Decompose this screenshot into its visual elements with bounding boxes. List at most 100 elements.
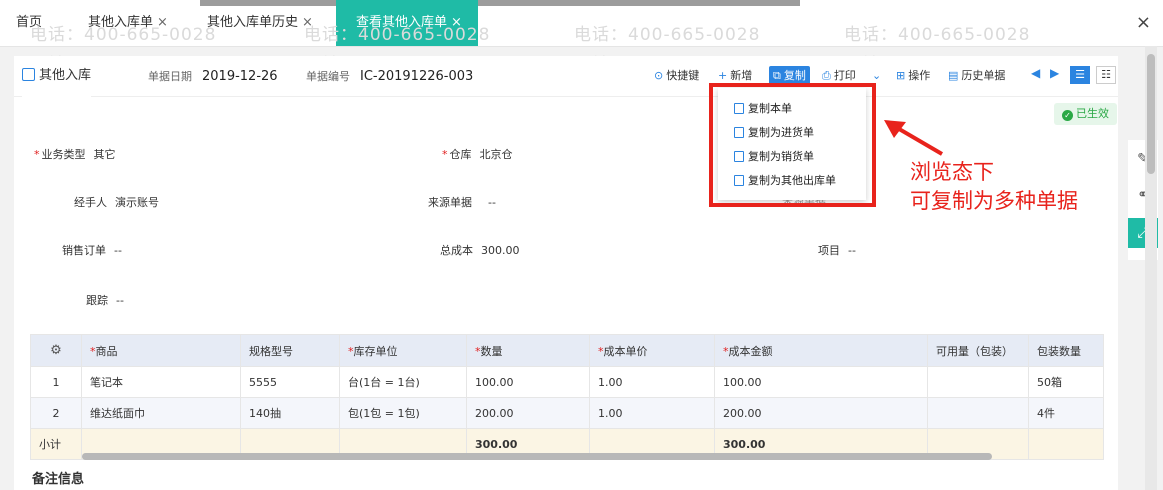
shortcut-button[interactable]: ⊙ 快捷键 <box>654 66 699 86</box>
total-cost-label: 总成本 <box>440 244 473 257</box>
list-view-button[interactable]: ☰ <box>1070 66 1090 84</box>
document-toolbar: 其他入库 单据日期 2019-12-26 单据编号 IC-20191226-003 … <box>14 56 1118 98</box>
close-icon[interactable]: × <box>302 15 313 30</box>
chevron-down-icon: ⌄ <box>872 69 882 82</box>
column-header-label: 商品 <box>95 344 118 358</box>
document-panel: 其他入库 单据日期 2019-12-26 单据编号 IC-20191226-003 … <box>14 56 1118 490</box>
shortcut-icon: ⊙ <box>654 69 664 82</box>
vertical-scrollbar[interactable] <box>1145 46 1157 490</box>
cell-qty: 200.00 <box>466 397 590 429</box>
next-icon[interactable]: ▶ <box>1050 66 1059 80</box>
table-row[interactable]: 2 维达纸面巾 140抽 包(1包 = 1包) 200.00 1.00 200.… <box>30 397 1104 429</box>
doc-date: 单据日期 2019-12-26 <box>148 56 278 96</box>
column-header-label: 包装数量 <box>1037 344 1081 358</box>
column-header-label: 数量 <box>480 344 503 358</box>
doc-code-value: IC-20191226-003 <box>360 69 474 84</box>
column-header: 包装数量 <box>1028 334 1104 367</box>
biz-type-value: 其它 <box>93 148 116 161</box>
field-source[interactable]: 来源单据 -- <box>428 194 496 210</box>
source-label: 来源单据 <box>428 196 472 209</box>
annotation-line: 可复制为多种单据 <box>910 189 1078 213</box>
field-warehouse[interactable]: * 仓库 北京仓 <box>442 146 513 162</box>
column-header-label: 成本单价 <box>603 344 648 358</box>
cell-qty: 100.00 <box>466 366 590 398</box>
field-handler[interactable]: 经手人 演示账号 <box>74 194 159 210</box>
operate-button[interactable]: ⊞ 操作 <box>896 66 930 86</box>
sales-order-value: -- <box>114 244 122 257</box>
gear-icon[interactable]: ⚙ <box>50 343 62 358</box>
column-header: 可用量（包装） <box>927 334 1029 367</box>
column-header: *成本金额 <box>714 334 928 367</box>
subtotal-label: 小计 <box>30 428 82 460</box>
tab-label: 其他入库单 <box>88 15 154 30</box>
handler-value: 演示账号 <box>115 196 159 209</box>
doc-code: 单据编号 IC-20191226-003 <box>306 56 473 96</box>
field-sales-order[interactable]: 销售订单 -- <box>62 242 122 258</box>
print-label: 打印 <box>833 69 856 82</box>
cell-available <box>927 366 1029 398</box>
cell-price: 1.00 <box>589 397 715 429</box>
grid-icon: ⊞ <box>896 69 906 82</box>
project-label: 项目 <box>818 244 840 257</box>
copy-icon: ⧉ <box>773 69 781 82</box>
field-track[interactable]: 跟踪 -- <box>86 292 124 308</box>
column-settings[interactable]: ⚙ <box>30 334 82 367</box>
doc-tab-other-inbound[interactable]: 其他入库 <box>22 56 92 98</box>
warehouse-value: 北京仓 <box>479 148 513 161</box>
sales-order-label: 销售订单 <box>62 244 106 257</box>
close-window-icon[interactable]: × <box>1136 12 1151 33</box>
close-icon[interactable]: × <box>157 15 168 30</box>
detail-view-button[interactable]: ☷ <box>1096 66 1116 84</box>
cell-pack-qty: 50箱 <box>1028 366 1104 398</box>
doc-date-label: 单据日期 <box>148 70 192 83</box>
history-label: 历史单据 <box>961 69 1006 82</box>
list-icon: ☰ <box>1075 68 1085 81</box>
column-header: *商品 <box>81 334 241 367</box>
printer-icon: ⎙ <box>822 69 831 82</box>
table-row[interactable]: 1 笔记本 5555 台(1台 = 1台) 100.00 1.00 100.00… <box>30 366 1104 398</box>
detail-list-icon: ☷ <box>1101 68 1111 81</box>
biz-type-label: 业务类型 <box>41 148 86 161</box>
column-header-label: 成本金额 <box>728 344 773 358</box>
doc-code-label: 单据编号 <box>306 70 350 83</box>
tab-other-inbound[interactable]: 其他入库单 × <box>88 0 168 46</box>
previous-icon[interactable]: ◀ <box>1031 66 1040 80</box>
tab-bar: 首页 其他入库单 × 其他入库单历史 × 查看其他入库单 × × <box>0 0 1163 47</box>
doc-date-value: 2019-12-26 <box>202 69 278 84</box>
tab-view-other-inbound[interactable]: 查看其他入库单 × <box>336 0 478 46</box>
handler-label: 经手人 <box>74 196 107 209</box>
tab-label: 首页 <box>16 15 43 30</box>
tab-label: 其他入库单历史 <box>207 15 299 30</box>
table-header-row: ⚙ *商品 规格型号 *库存单位 *数量 *成本单价 *成本金额 可用量（包装）… <box>30 334 1104 367</box>
cell-empty <box>1028 428 1104 460</box>
field-project[interactable]: 项目 -- <box>818 242 856 258</box>
column-header-label: 可用量（包装） <box>936 344 1013 358</box>
row-index: 2 <box>30 397 82 429</box>
cell-spec: 140抽 <box>240 397 340 429</box>
column-header-label: 库存单位 <box>353 344 398 358</box>
status-badge: ✓ 已生效 <box>1054 103 1117 125</box>
field-total-cost[interactable]: 总成本 300.00 <box>440 242 520 258</box>
total-cost-value: 300.00 <box>481 244 520 257</box>
horizontal-scrollbar[interactable] <box>82 453 992 460</box>
history-button[interactable]: ▤ 历史单据 <box>948 66 1005 86</box>
check-icon: ✓ <box>1062 110 1073 121</box>
close-icon[interactable]: × <box>451 15 462 30</box>
plus-icon: + <box>718 69 728 82</box>
tab-home[interactable]: 首页 <box>16 0 42 46</box>
field-biz-type[interactable]: * 业务类型 其它 <box>34 146 116 162</box>
track-label: 跟踪 <box>86 294 108 307</box>
column-header: *库存单位 <box>339 334 467 367</box>
highlight-frame <box>709 83 876 207</box>
column-header: *成本单价 <box>589 334 715 367</box>
tab-other-inbound-history[interactable]: 其他入库单历史 × <box>207 0 313 46</box>
status-label: 已生效 <box>1076 107 1109 120</box>
row-index: 1 <box>30 366 82 398</box>
cell-unit: 台(1台 = 1台) <box>339 366 467 398</box>
column-header: 规格型号 <box>240 334 340 367</box>
history-icon: ▤ <box>948 69 959 82</box>
scrollbar-thumb[interactable] <box>1147 54 1155 174</box>
cell-product: 笔记本 <box>81 366 241 398</box>
notes-section-title: 备注信息 <box>32 472 85 487</box>
required-mark: * <box>442 148 448 161</box>
